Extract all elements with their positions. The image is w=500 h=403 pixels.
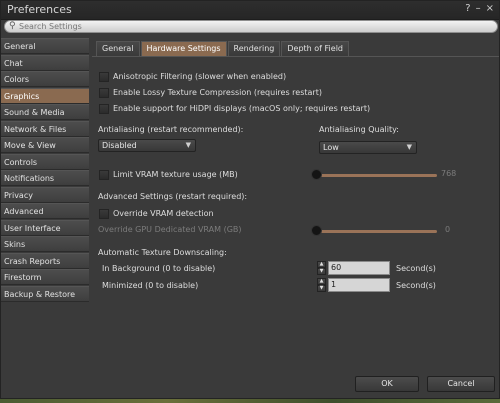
override-gpu-slider-track[interactable] — [314, 230, 437, 233]
override-gpu-value: 0 — [445, 225, 451, 234]
help-icon[interactable]: ? — [465, 3, 470, 14]
limit-vram-value: 768 — [441, 169, 457, 178]
tab-rendering[interactable]: Rendering — [227, 41, 281, 56]
sidebar-item-chat[interactable]: Chat — [1, 54, 89, 71]
preferences-window: Preferences ? – × ⚲ General Chat Colors … — [0, 0, 500, 399]
override-vram-label: Override VRAM detection — [113, 209, 214, 218]
sidebar: General Chat Colors Graphics Sound & Med… — [1, 38, 89, 302]
sidebar-item-network-files[interactable]: Network & Files — [1, 120, 89, 137]
antialiasing-dropdown[interactable]: Disabled ▼ — [98, 139, 196, 152]
sidebar-item-notifications[interactable]: Notifications — [1, 170, 89, 186]
advanced-settings-label: Advanced Settings (restart required): — [98, 192, 248, 201]
stepper-down-icon[interactable]: ▼ — [317, 268, 326, 275]
sidebar-item-graphics[interactable]: Graphics — [1, 87, 89, 104]
sidebar-item-colors[interactable]: Colors — [1, 71, 89, 87]
anisotropic-row: Anisotropic Filtering (slower when enabl… — [99, 71, 286, 82]
sidebar-item-crash-reports[interactable]: Crash Reports — [1, 252, 89, 269]
minimized-input[interactable]: 1 — [328, 278, 390, 292]
chevron-down-icon: ▼ — [406, 143, 412, 151]
minimize-icon[interactable]: – — [476, 3, 481, 14]
chevron-down-icon: ▼ — [185, 141, 191, 149]
override-vram-row: Override VRAM detection — [99, 208, 214, 219]
antialiasing-value: Disabled — [102, 141, 137, 150]
lossy-compression-checkbox[interactable] — [99, 87, 109, 98]
sidebar-item-move-view[interactable]: Move & View — [1, 137, 89, 153]
title-bar[interactable]: Preferences ? – × — [1, 1, 499, 20]
override-gpu-label: Override GPU Dedicated VRAM (GB) — [98, 225, 242, 234]
limit-vram-slider-knob[interactable] — [311, 169, 322, 180]
search-input[interactable] — [19, 21, 479, 32]
limit-vram-checkbox[interactable] — [99, 169, 109, 180]
downscaling-label: Automatic Texture Downscaling: — [98, 248, 227, 257]
window-title: Preferences — [7, 3, 72, 16]
anisotropic-label: Anisotropic Filtering (slower when enabl… — [113, 72, 287, 81]
minimized-label: Minimized (0 to disable) — [102, 281, 199, 290]
background-label: In Background (0 to disable) — [102, 264, 216, 273]
limit-vram-label: Limit VRAM texture usage (MB) — [113, 170, 238, 179]
search-icon: ⚲ — [9, 21, 16, 31]
stepper-up-icon[interactable]: ▲ — [317, 261, 326, 268]
antialiasing-label: Antialiasing (restart recommended): — [98, 125, 244, 134]
sidebar-item-general[interactable]: General — [1, 38, 89, 54]
sidebar-item-skins[interactable]: Skins — [1, 236, 89, 252]
background-input[interactable]: 60 — [328, 261, 390, 275]
tab-bar: General Hardware Settings Rendering Dept… — [96, 41, 350, 56]
sidebar-item-user-interface[interactable]: User Interface — [1, 219, 89, 236]
aa-quality-dropdown[interactable]: Low ▼ — [319, 141, 417, 154]
sidebar-item-controls[interactable]: Controls — [1, 153, 89, 170]
tab-general[interactable]: General — [96, 41, 140, 56]
limit-vram-slider-track[interactable] — [314, 174, 437, 177]
hardware-settings-panel: Anisotropic Filtering (slower when enabl… — [92, 56, 499, 369]
hidpi-checkbox[interactable] — [99, 103, 109, 114]
hidpi-label: Enable support for HiDPI displays (macOS… — [113, 104, 371, 113]
minimized-stepper[interactable]: ▲ ▼ — [317, 278, 326, 292]
sidebar-item-backup-restore[interactable]: Backup & Restore — [1, 285, 89, 302]
lossy-row: Enable Lossy Texture Compression (requir… — [99, 87, 322, 98]
lossy-compression-label: Enable Lossy Texture Compression (requir… — [113, 88, 322, 97]
sidebar-item-sound-media[interactable]: Sound & Media — [1, 104, 89, 120]
hidpi-row: Enable support for HiDPI displays (macOS… — [99, 103, 370, 114]
stepper-up-icon[interactable]: ▲ — [317, 278, 326, 285]
background-stepper[interactable]: ▲ ▼ — [317, 261, 326, 275]
aa-quality-value: Low — [323, 143, 339, 152]
limit-vram-row: Limit VRAM texture usage (MB) — [99, 169, 238, 180]
sidebar-item-firestorm[interactable]: Firestorm — [1, 269, 89, 285]
stepper-down-icon[interactable]: ▼ — [317, 285, 326, 292]
override-vram-checkbox[interactable] — [99, 208, 109, 219]
close-icon[interactable]: × — [486, 3, 494, 14]
aa-quality-label: Antialiasing Quality: — [319, 125, 399, 134]
sidebar-item-privacy[interactable]: Privacy — [1, 186, 89, 203]
anisotropic-checkbox[interactable] — [99, 71, 109, 82]
minimized-unit: Second(s) — [396, 281, 436, 290]
override-gpu-slider-knob[interactable] — [311, 225, 322, 236]
background-scene — [0, 399, 500, 403]
tab-depth-of-field[interactable]: Depth of Field — [281, 41, 350, 56]
cancel-button[interactable]: Cancel — [427, 376, 495, 392]
ok-button[interactable]: OK — [355, 376, 419, 392]
tab-hardware-settings[interactable]: Hardware Settings — [140, 41, 227, 56]
sidebar-item-advanced[interactable]: Advanced — [1, 203, 89, 219]
search-box[interactable]: ⚲ — [4, 20, 498, 33]
background-unit: Second(s) — [396, 264, 436, 273]
